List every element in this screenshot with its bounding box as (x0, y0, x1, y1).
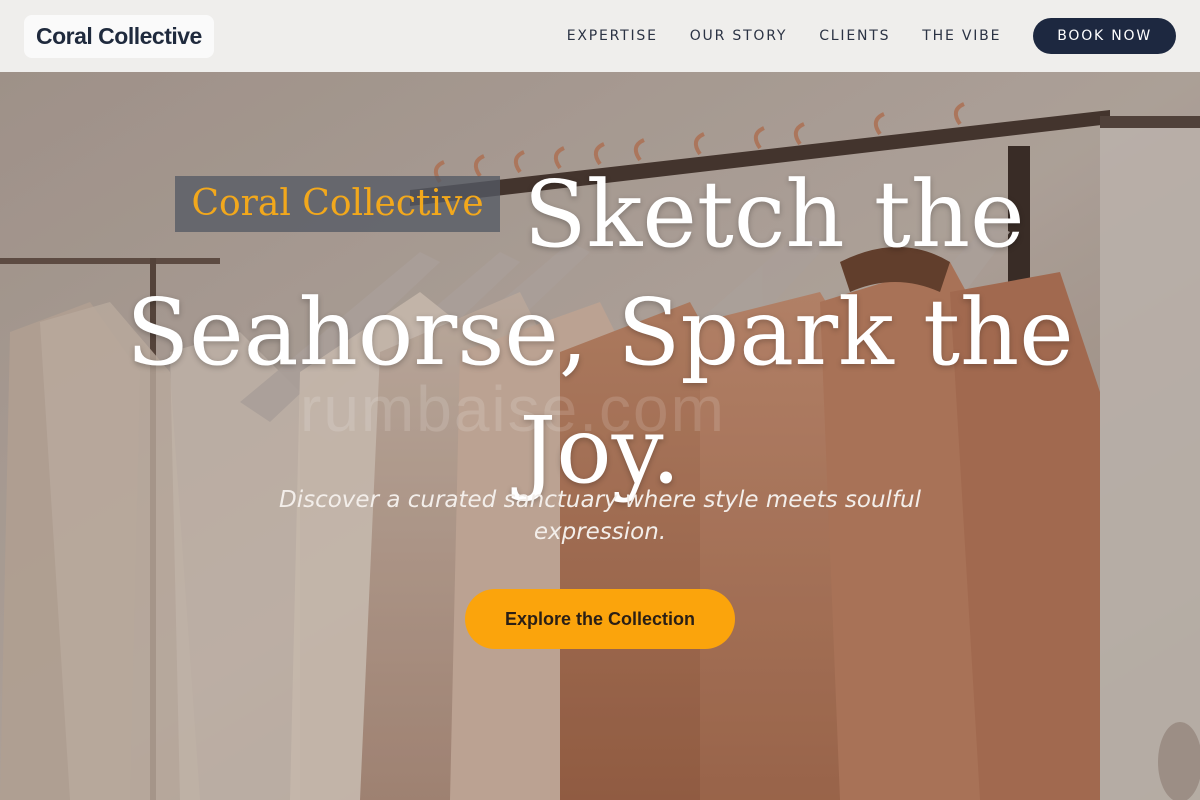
nav-link-expertise[interactable]: EXPERTISE (567, 28, 658, 44)
logo[interactable]: Coral Collective (24, 14, 214, 58)
nav-link-clients[interactable]: CLIENTS (819, 28, 890, 44)
nav-link-our-story[interactable]: OUR STORY (690, 28, 788, 44)
brand-tag: Coral Collective (175, 176, 500, 233)
nav-link-the-vibe[interactable]: THE VIBE (922, 28, 1001, 44)
explore-collection-button[interactable]: Explore the Collection (465, 589, 735, 649)
hero-headline: Coral Collective Sketch the Seahorse, Spa… (0, 144, 1200, 510)
site-header: Coral Collective EXPERTISE OUR STORY CLI… (0, 0, 1200, 72)
hero-section: rumbaise.com Coral Collective Sketch the … (0, 72, 1200, 800)
hero-headline-block: Coral Collective Sketch the Seahorse, Spa… (0, 144, 1200, 510)
hero-subtitle: Discover a curated sanctuary where style… (279, 487, 921, 545)
main-nav: EXPERTISE OUR STORY CLIENTS THE VIBE BOO… (535, 18, 1176, 54)
headline-line-1: Coral Collective Sketch the (0, 144, 1200, 274)
headline-text-1: Sketch the (523, 161, 1025, 268)
headline-line-2: Seahorse, Spark the (126, 279, 1074, 386)
book-now-button[interactable]: BOOK NOW (1033, 18, 1176, 54)
